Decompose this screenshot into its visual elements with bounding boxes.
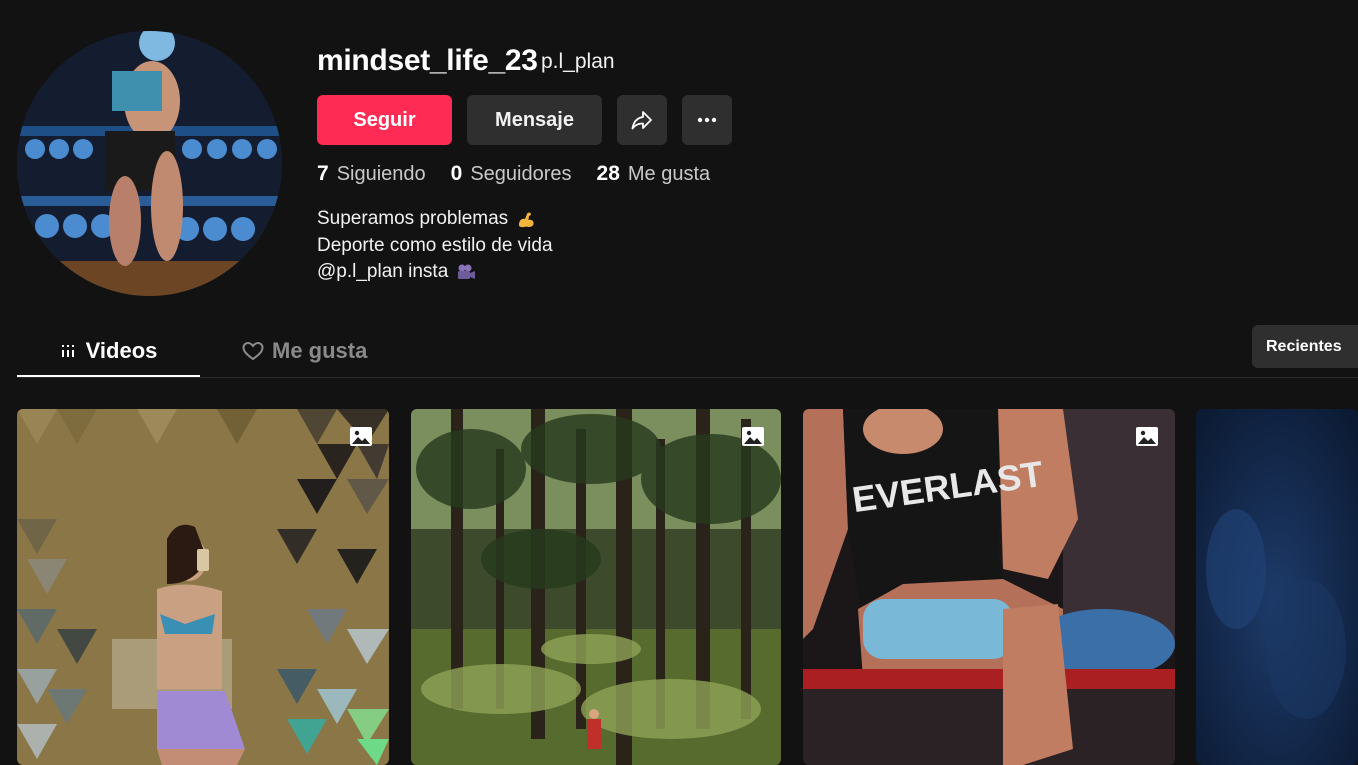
heart-icon — [242, 341, 264, 361]
profile-avatar[interactable] — [17, 31, 282, 296]
bio-text-line2: Deporte como estilo de vida — [317, 234, 553, 256]
follow-button[interactable]: Seguir — [317, 95, 452, 145]
profile-nickname: p.l_plan — [541, 50, 615, 73]
tabs-divider — [17, 377, 1358, 378]
profile-bio: Superamos problemas Deporte como estilo … — [317, 206, 553, 286]
video-thumbnail — [411, 409, 781, 765]
more-options-button[interactable] — [682, 95, 732, 145]
flexed-biceps-emoji — [519, 212, 534, 228]
profile-stats: 7 Siguiendo 0 Seguidores 28 Me gusta — [317, 162, 710, 186]
tab-likes[interactable]: Me gusta — [242, 325, 367, 377]
stat-following-label: Siguiendo — [336, 163, 426, 185]
avatar-photo — [17, 31, 282, 296]
bio-line: Superamos problemas — [317, 206, 553, 233]
bio-line: Deporte como estilo de vida — [317, 233, 553, 260]
stat-following[interactable]: 7 Siguiendo — [317, 162, 426, 186]
video-thumbnail — [17, 409, 389, 765]
profile-page: mindset_life_23 p.l_plan Seguir Mensaje … — [0, 0, 1358, 765]
profile-tabs: Videos Me gusta — [17, 325, 1358, 378]
photo-post-icon — [350, 427, 372, 446]
video-thumbnail: EVERLAST — [803, 409, 1175, 765]
bio-line: @p.l_plan insta — [317, 259, 553, 286]
video-card[interactable]: EVERLAST — [803, 409, 1175, 765]
video-card[interactable] — [1196, 409, 1358, 765]
more-options-icon — [697, 117, 717, 123]
share-button[interactable] — [617, 95, 667, 145]
message-button[interactable]: Mensaje — [467, 95, 602, 145]
tab-videos[interactable]: Videos — [17, 325, 200, 377]
tab-likes-label: Me gusta — [272, 338, 368, 363]
stat-following-count: 7 — [317, 162, 329, 185]
photo-post-icon — [1136, 427, 1158, 446]
video-card[interactable] — [411, 409, 781, 765]
stat-likes: 28 Me gusta — [597, 162, 711, 186]
grid-icon — [61, 345, 74, 357]
movie-camera-emoji — [458, 264, 476, 280]
photo-post-icon — [742, 427, 764, 446]
stat-likes-label: Me gusta — [627, 163, 711, 185]
stat-followers[interactable]: 0 Seguidores — [451, 162, 572, 186]
tab-videos-label: Videos — [85, 338, 158, 363]
share-icon — [631, 111, 652, 130]
stat-followers-count: 0 — [450, 162, 463, 185]
video-thumbnail — [1196, 409, 1358, 765]
stat-likes-count: 28 — [596, 162, 620, 185]
bio-text-line1: Superamos problemas — [317, 208, 509, 229]
stat-followers-label: Seguidores — [470, 163, 572, 185]
bio-text-line3[interactable]: @p.l_plan insta — [317, 259, 448, 286]
video-card[interactable] — [17, 409, 389, 765]
profile-username: mindset_life_23 — [317, 44, 538, 77]
sort-recent-button[interactable]: Recientes — [1252, 325, 1358, 368]
